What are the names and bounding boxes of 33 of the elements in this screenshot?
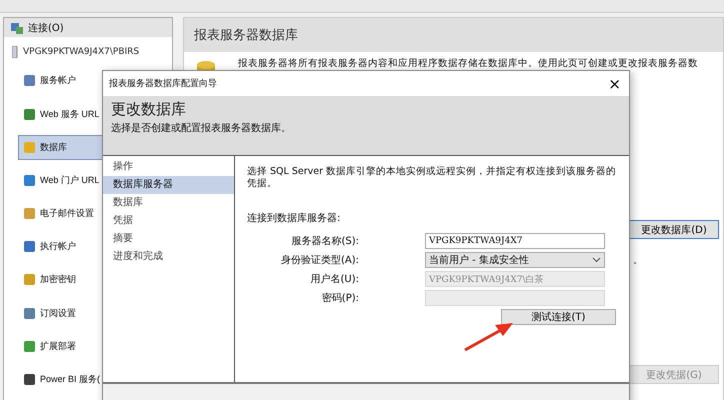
section-label: 连接到数据库服务器: [247,212,342,225]
chevron-icon [592,257,601,263]
dialog-subheading: 选择是否创建或配置报表服务器数据库。 [111,122,292,135]
wizard-step[interactable]: 数据库 [103,194,234,212]
page-title: 报表服务器数据库 [184,18,723,52]
input-field[interactable]: VPGK9PKTWA9J4X7 [425,233,605,249]
field-label: 用户名(U): [310,272,359,286]
wizard-step[interactable]: 操作 [103,158,234,176]
text-fragment: 。 [633,254,643,267]
field-label: 密码(P): [320,292,359,305]
sidebar-item[interactable]: Power BI 服务( [18,366,164,392]
dialog-heading: 更改数据库 [111,100,187,119]
sidebar-item[interactable]: 订阅设置 [18,300,164,326]
connect-icon [10,20,24,35]
change-database-button[interactable]: 更改数据库(D) [629,220,719,239]
wizard-step[interactable]: 数据库服务器 [103,176,234,194]
wizard-step[interactable]: 摘要 [103,230,234,248]
arrow-annotation [463,320,515,352]
server-name: VPGK9PKTWA9J4X7\PBIRS [23,47,140,58]
wizard-step[interactable]: 凭据 [103,212,234,230]
close-button[interactable]: × [600,74,629,92]
test-connection-button[interactable]: 测试连接(T) [501,309,616,325]
sidebar-item[interactable]: 加密密钥 [18,267,164,293]
page-description: 报表服务器将所有报表服务器内容和应用程序数据存储在数据库中。使用此页可创建或更改报表服务器数 [238,57,698,70]
field-label: 身份验证类型(A): [280,254,359,267]
server-icon [12,46,18,58]
dialog-title: 报表服务器数据库配置向导 [109,78,217,90]
instruction-text: 选择 SQL Server 数据库引擎的本地实例或远程实例，并指定有权连接到该服务器的凭据。 [247,166,617,190]
wizard-step[interactable]: 进度和完成 [103,248,234,266]
connect-link[interactable]: 连接(O) [28,20,64,35]
sidebar-item[interactable]: 扩展部署 [18,334,164,359]
field-label: 服务器名称(S): [290,235,359,248]
authentication-dropdown[interactable]: 当前用户 - 集成安全性 [425,252,605,268]
